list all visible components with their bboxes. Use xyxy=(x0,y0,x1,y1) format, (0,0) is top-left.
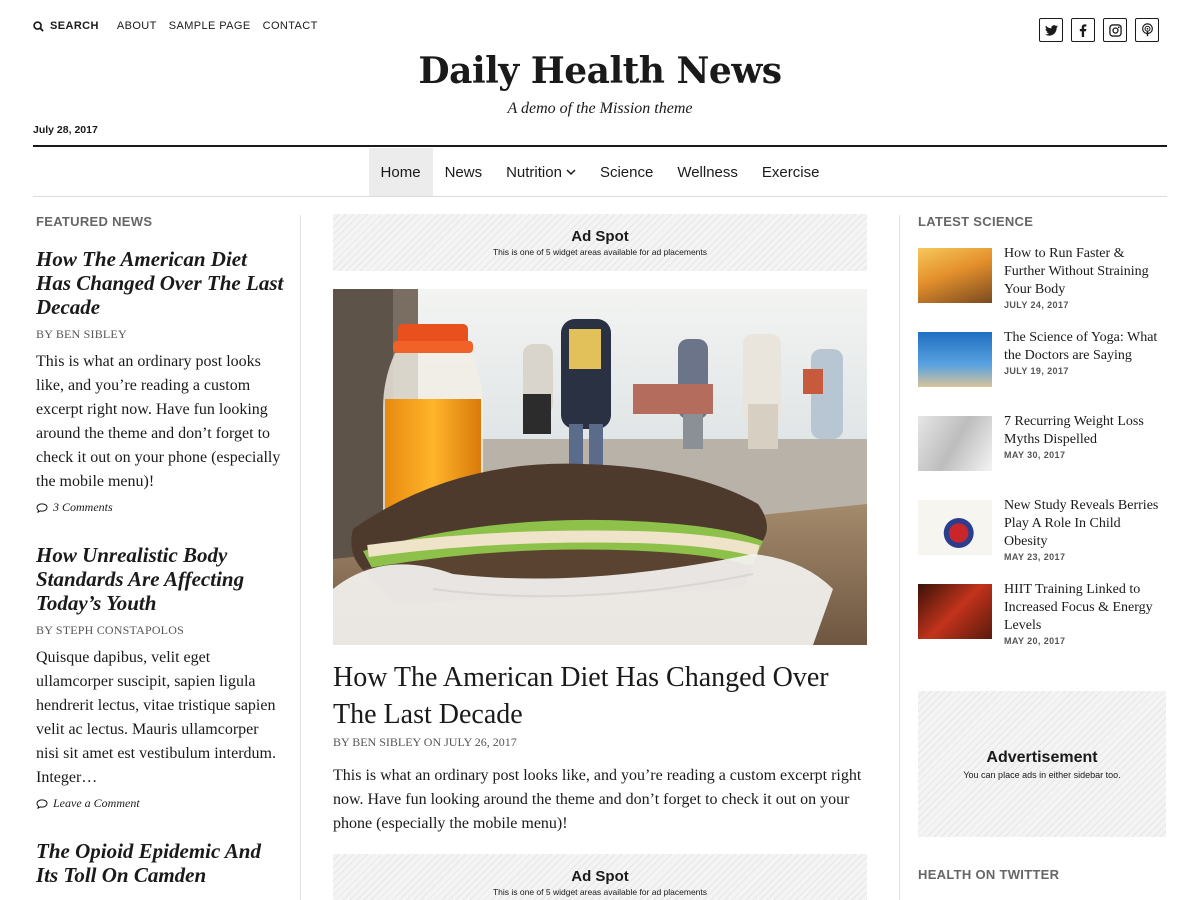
nav-item-exercise[interactable]: Exercise xyxy=(750,148,832,196)
twitter-icon[interactable] xyxy=(1039,18,1063,42)
social-links xyxy=(1031,18,1159,42)
column-divider-right xyxy=(899,215,900,900)
ad-spot-title: Ad Spot xyxy=(571,228,629,245)
featured-post-excerpt: This is what an ordinary post looks like… xyxy=(36,353,281,490)
nav-item-label: News xyxy=(444,163,483,181)
column-divider-left xyxy=(300,215,301,900)
health-on-twitter-heading: HEALTH ON TWITTER xyxy=(918,867,1060,882)
facebook-icon[interactable] xyxy=(1071,18,1095,42)
post-date: JULY 19, 2017 xyxy=(1004,366,1069,376)
list-item: How to Run Faster & Further Without Stra… xyxy=(918,245,1166,329)
top-links: SEARCH ABOUT SAMPLE PAGE CONTACT xyxy=(33,20,330,32)
nav-item-science[interactable]: Science xyxy=(588,148,665,196)
post-link[interactable]: 7 Recurring Weight Loss Myths Dispelled xyxy=(1004,413,1166,449)
top-bar: SEARCH ABOUT SAMPLE PAGE CONTACT xyxy=(33,18,1167,42)
latest-science-heading: LATEST SCIENCE xyxy=(918,214,1034,229)
advertisement-subtitle: You can place ads in either sidebar too. xyxy=(963,769,1121,780)
top-link-sample-page[interactable]: SAMPLE PAGE xyxy=(169,20,251,32)
post-thumbnail[interactable] xyxy=(918,416,992,471)
search-label: SEARCH xyxy=(50,20,99,32)
post-thumbnail[interactable] xyxy=(918,584,992,639)
comments-link[interactable]: 3 Comments xyxy=(36,500,284,515)
list-item: The Science of Yoga: What the Doctors ar… xyxy=(918,329,1166,413)
post-thumbnail[interactable] xyxy=(918,500,992,555)
advertisement-title: Advertisement xyxy=(986,748,1098,766)
sandwich-juice-photo xyxy=(333,289,867,645)
sidebar-advertisement[interactable]: Advertisement You can place ads in eithe… xyxy=(918,691,1166,837)
site-tagline: A demo of the Mission theme xyxy=(507,100,693,117)
ad-spot-subtitle: This is one of 5 widget areas available … xyxy=(492,247,708,257)
nav-item-label: Exercise xyxy=(761,163,820,181)
post-link[interactable]: The Science of Yoga: What the Doctors ar… xyxy=(1004,329,1166,365)
header-divider xyxy=(33,145,1167,147)
nav-item-label: Wellness xyxy=(677,163,738,181)
post-date: MAY 23, 2017 xyxy=(1004,552,1066,562)
featured-news-heading: FEATURED NEWS xyxy=(36,214,153,229)
nav-item-wellness[interactable]: Wellness xyxy=(665,148,750,196)
nav-divider xyxy=(33,196,1167,197)
featured-post-byline: BY STEPH CONSTAPOLOS xyxy=(36,623,184,637)
featured-news-sidebar: FEATURED NEWS How The American Diet Has … xyxy=(36,214,284,887)
top-link-contact[interactable]: CONTACT xyxy=(263,20,318,32)
nav-item-news[interactable]: News xyxy=(433,148,495,196)
science-list: How to Run Faster & Further Without Stra… xyxy=(918,245,1166,665)
chevron-down-icon xyxy=(566,168,576,175)
latest-science-sidebar: LATEST SCIENCE How to Run Faster & Furth… xyxy=(918,214,1166,882)
featured-post-byline: BY BEN SIBLEY xyxy=(36,327,127,341)
podcast-icon[interactable] xyxy=(1135,18,1159,42)
post-date: MAY 30, 2017 xyxy=(1004,450,1066,460)
post-link[interactable]: How to Run Faster & Further Without Stra… xyxy=(1004,245,1166,299)
list-item: HIIT Training Linked to Increased Focus … xyxy=(918,581,1166,665)
nav-item-label: Nutrition xyxy=(506,163,562,181)
list-item: New Study Reveals Berries Play A Role In… xyxy=(918,497,1166,581)
ad-spot-subtitle: This is one of 5 widget areas available … xyxy=(492,887,708,897)
comments-count: Leave a Comment xyxy=(53,796,140,810)
post-date: MAY 20, 2017 xyxy=(1004,636,1066,646)
featured-post: How Unrealistic Body Standards Are Affec… xyxy=(36,543,284,811)
featured-post-title[interactable]: How The American Diet Has Changed Over T… xyxy=(36,247,284,319)
primary-nav: Home News Nutrition Science Wellness Exe… xyxy=(0,148,1200,196)
nav-item-nutrition[interactable]: Nutrition xyxy=(494,148,588,196)
header-date: July 28, 2017 xyxy=(33,124,98,136)
featured-post-title[interactable]: The Opioid Epidemic And Its Toll On Camd… xyxy=(36,839,284,887)
comment-icon xyxy=(36,798,48,809)
search-icon xyxy=(33,20,44,32)
featured-post-excerpt: Quisque dapibus, velit eget ullamcorper … xyxy=(36,649,276,786)
nav-item-home[interactable]: Home xyxy=(368,148,433,196)
site-title[interactable]: Daily Health News xyxy=(0,50,1200,92)
main-content: Ad Spot This is one of 5 widget areas av… xyxy=(333,214,867,900)
featured-post: How The American Diet Has Changed Over T… xyxy=(36,247,284,515)
post-date: JULY 24, 2017 xyxy=(1004,300,1069,310)
comments-count: 3 Comments xyxy=(53,500,113,514)
post-thumbnail[interactable] xyxy=(918,248,992,303)
post-link[interactable]: HIIT Training Linked to Increased Focus … xyxy=(1004,581,1166,635)
ad-spot[interactable]: Ad Spot This is one of 5 widget areas av… xyxy=(333,214,867,271)
ad-spot-title: Ad Spot xyxy=(571,868,629,885)
post-byline: BY BEN SIBLEY ON JULY 26, 2017 xyxy=(333,735,517,749)
post-excerpt: This is what an ordinary post looks like… xyxy=(333,767,862,832)
comments-link[interactable]: Leave a Comment xyxy=(36,796,284,811)
featured-post-title[interactable]: How Unrealistic Body Standards Are Affec… xyxy=(36,543,284,615)
search-toggle[interactable]: SEARCH xyxy=(33,20,99,32)
nav-item-label: Science xyxy=(599,163,654,181)
post-link[interactable]: New Study Reveals Berries Play A Role In… xyxy=(1004,497,1166,551)
list-item: 7 Recurring Weight Loss Myths Dispelled M… xyxy=(918,413,1166,497)
post-thumbnail[interactable] xyxy=(918,332,992,387)
comment-icon xyxy=(36,502,48,513)
featured-post: The Opioid Epidemic And Its Toll On Camd… xyxy=(36,839,284,887)
ad-spot[interactable]: Ad Spot This is one of 5 widget areas av… xyxy=(333,854,867,900)
post-title[interactable]: How The American Diet Has Changed Over T… xyxy=(333,659,867,733)
top-link-about[interactable]: ABOUT xyxy=(117,20,157,32)
nav-item-label: Home xyxy=(380,163,421,181)
instagram-icon[interactable] xyxy=(1103,18,1127,42)
featured-image[interactable] xyxy=(333,289,867,645)
